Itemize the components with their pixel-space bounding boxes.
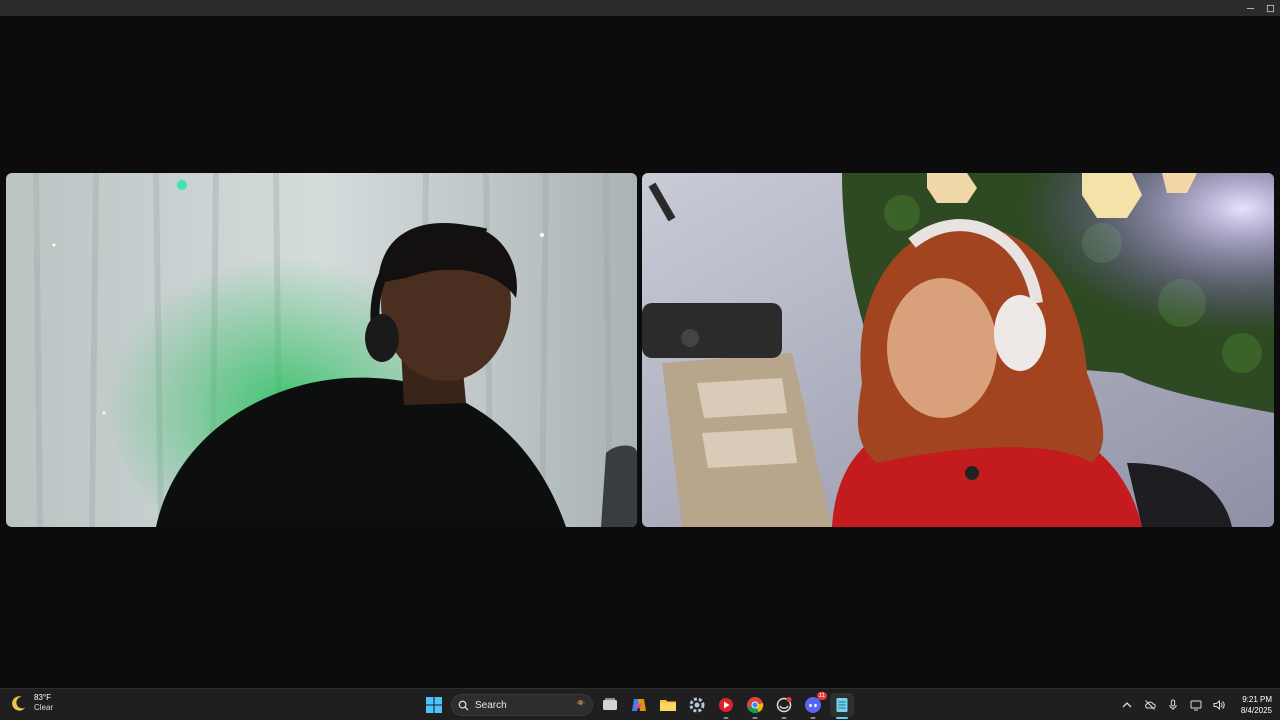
onedrive-button[interactable] <box>1143 698 1157 712</box>
search-label: Search <box>475 699 507 711</box>
search-highlight-doodle-icon <box>575 699 586 706</box>
notepad-icon <box>836 698 848 712</box>
copilot-button[interactable] <box>627 693 651 717</box>
settings-button[interactable] <box>685 693 709 717</box>
volume-button[interactable] <box>1212 698 1226 712</box>
media-player-button[interactable] <box>714 693 738 719</box>
participant-right-video-frame <box>642 173 1274 527</box>
window-titlebar <box>0 0 1280 16</box>
media-icon <box>719 698 733 712</box>
clock[interactable]: 9:21 PM 8/4/2025 <box>1241 694 1272 716</box>
chrome-icon <box>747 697 764 714</box>
gear-icon <box>689 697 705 713</box>
participant-video-left[interactable] <box>6 173 637 527</box>
start-button[interactable] <box>422 693 446 717</box>
maximize-button[interactable] <box>1260 0 1280 16</box>
moon-icon <box>12 696 26 711</box>
weather-widget[interactable]: 83°F Clear <box>10 693 53 713</box>
active-indicator <box>836 717 848 719</box>
minimize-button[interactable] <box>1240 0 1260 16</box>
microphone-button[interactable] <box>1166 698 1180 712</box>
search-box[interactable]: Search <box>451 694 593 716</box>
network-button[interactable] <box>1189 698 1203 712</box>
file-explorer-button[interactable] <box>656 693 680 717</box>
system-tray: 9:21 PM 8/4/2025 <box>1120 691 1272 719</box>
chrome-button[interactable] <box>743 693 767 719</box>
task-view-icon <box>603 698 617 710</box>
clock-date: 8/4/2025 <box>1240 706 1272 715</box>
video-call-stage <box>0 16 1280 688</box>
running-indicator <box>723 717 729 719</box>
running-indicator <box>752 717 758 719</box>
show-hidden-icons-button[interactable] <box>1120 698 1134 712</box>
copilot-icon <box>632 699 646 711</box>
participant-video-right[interactable] <box>642 173 1274 527</box>
maximize-icon <box>1266 4 1274 12</box>
running-indicator <box>810 717 816 719</box>
notification-badge: 11 <box>816 692 827 700</box>
running-indicator <box>781 717 787 719</box>
minimize-icon <box>1246 7 1254 9</box>
taskbar: 83°F Clear Search 11 9:21 PM 8/4/2025 <box>0 688 1280 720</box>
clock-time: 9:21 PM <box>1242 695 1272 704</box>
search-icon <box>458 700 469 711</box>
app-button[interactable] <box>772 693 796 719</box>
taskbar-center: Search 11 <box>422 691 854 719</box>
windows-icon <box>426 697 442 713</box>
notepad-button[interactable] <box>830 693 854 719</box>
discord-button[interactable]: 11 <box>801 692 827 719</box>
weather-temperature: 83°F <box>34 693 51 702</box>
cloud-off-icon <box>1145 700 1156 710</box>
app-icon <box>776 697 792 713</box>
task-view-button[interactable] <box>598 693 622 717</box>
folder-icon <box>660 700 676 711</box>
microphone-icon <box>1169 699 1177 710</box>
chevron-up-icon <box>1122 702 1132 708</box>
weather-condition: Clear <box>34 703 54 712</box>
participant-left-video-frame <box>6 173 637 527</box>
network-icon <box>1190 700 1202 711</box>
speaker-icon <box>1213 699 1225 711</box>
